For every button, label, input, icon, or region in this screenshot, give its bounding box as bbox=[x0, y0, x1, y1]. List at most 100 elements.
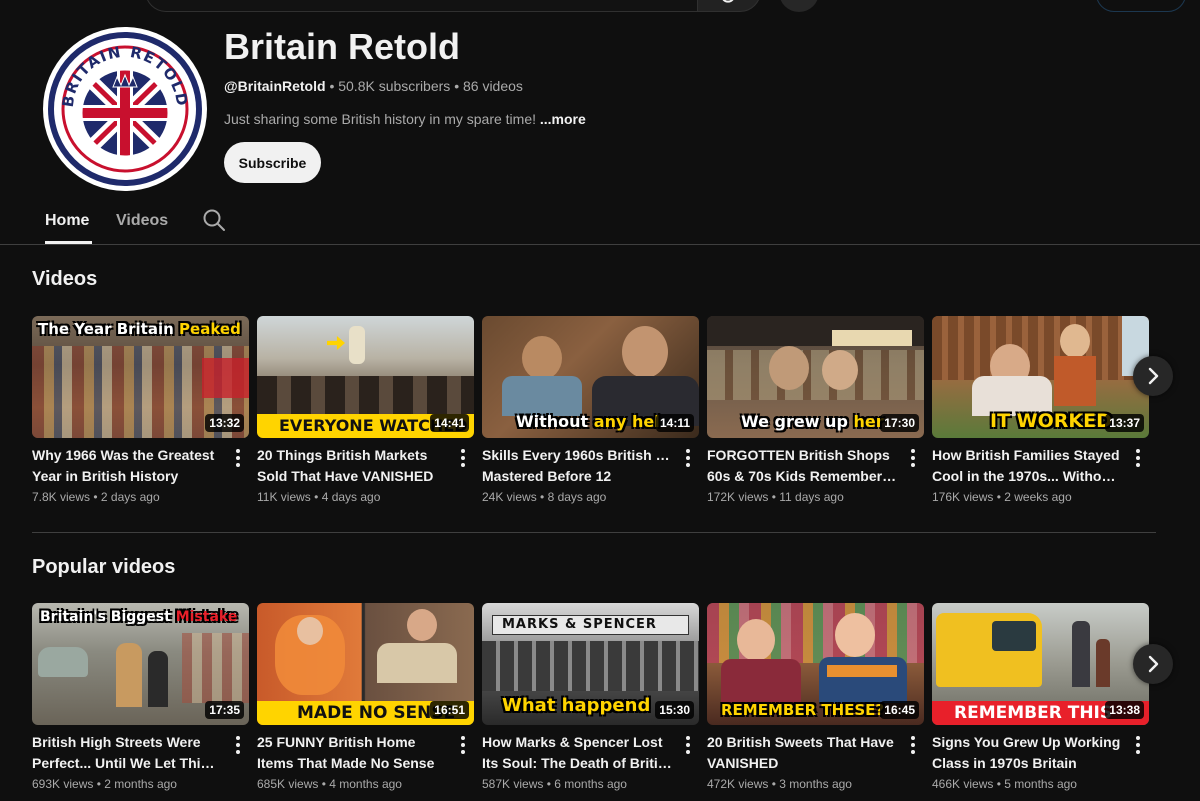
more-options-icon[interactable] bbox=[1132, 736, 1144, 756]
channel-name: Britain Retold bbox=[224, 26, 461, 67]
video-title-line: Cool in the 1970s... Without... bbox=[932, 468, 1122, 484]
video-stats: 172K views • 11 days ago bbox=[707, 490, 844, 504]
video-card[interactable]: IT WORKED 13:37 How British Families Sta… bbox=[932, 316, 1149, 504]
more-options-icon[interactable] bbox=[682, 736, 694, 756]
video-title-line: VANISHED bbox=[707, 755, 779, 771]
section-divider bbox=[32, 532, 1156, 533]
upload-age: 5 months ago bbox=[1004, 777, 1077, 791]
more-options-icon[interactable] bbox=[232, 736, 244, 756]
view-count: 7.8K views bbox=[32, 490, 91, 504]
video-title-line: Items That Made No Sense bbox=[257, 755, 435, 771]
video-thumbnail[interactable]: EVERYONE WATCHED 14:41 bbox=[257, 316, 474, 438]
video-title[interactable]: How British Families Stayed Cool in the … bbox=[932, 445, 1122, 487]
thumbnail-caption-accent: her bbox=[853, 412, 884, 431]
video-title[interactable]: Signs You Grew Up Working Class in 1970s… bbox=[932, 732, 1122, 774]
more-link[interactable]: ...more bbox=[540, 111, 586, 127]
video-title-line: 25 FUNNY British Home bbox=[257, 734, 416, 750]
upload-age: 2 weeks ago bbox=[1004, 490, 1072, 504]
upload-age: 11 days ago bbox=[779, 490, 844, 504]
search-icon[interactable] bbox=[202, 208, 226, 232]
video-stats: 693K views • 2 months ago bbox=[32, 777, 177, 791]
carousel-next-button[interactable] bbox=[1133, 356, 1173, 396]
search-button[interactable] bbox=[697, 0, 761, 12]
video-thumbnail[interactable]: MADE NO SENSE 16:51 bbox=[257, 603, 474, 725]
video-card[interactable]: REMEMBER THESE? 16:45 20 British Sweets … bbox=[707, 603, 924, 791]
thumbnail-caption: IT WORKED bbox=[990, 410, 1112, 432]
thumbnail-caption: Britain's Biggest bbox=[40, 609, 171, 625]
upload-age: 8 days ago bbox=[547, 490, 607, 504]
video-thumbnail[interactable]: Without any hel 14:11 bbox=[482, 316, 699, 438]
video-duration: 17:35 bbox=[205, 701, 244, 719]
video-thumbnail[interactable]: IT WORKED 13:37 bbox=[932, 316, 1149, 438]
video-title-line: Why 1966 Was the Greatest bbox=[32, 447, 215, 463]
video-title[interactable]: Why 1966 Was the Greatest Year in Britis… bbox=[32, 445, 222, 487]
more-options-icon[interactable] bbox=[457, 736, 469, 756]
sign-in-button[interactable] bbox=[1096, 0, 1186, 12]
more-options-icon[interactable] bbox=[1132, 449, 1144, 469]
view-count: 587K views bbox=[482, 777, 544, 791]
section-title-popular[interactable]: Popular videos bbox=[32, 556, 175, 579]
section-title-videos[interactable]: Videos bbox=[32, 268, 97, 291]
video-duration: 14:11 bbox=[655, 414, 694, 432]
search-input[interactable] bbox=[145, 0, 697, 12]
more-options-icon[interactable] bbox=[457, 449, 469, 469]
video-card[interactable]: MADE NO SENSE 16:51 25 FUNNY British Hom… bbox=[257, 603, 474, 791]
video-thumbnail[interactable]: MARKS & SPENCER What happend 15:30 bbox=[482, 603, 699, 725]
video-card[interactable]: REMEMBER THIS 13:38 Signs You Grew Up Wo… bbox=[932, 603, 1149, 791]
video-card[interactable]: We grew up her 17:30 FORGOTTEN British S… bbox=[707, 316, 924, 504]
video-title-line: 60s & 70s Kids Remember ... bbox=[707, 468, 897, 484]
video-title[interactable]: British High Streets Were Perfect... Unt… bbox=[32, 732, 222, 774]
more-options-icon[interactable] bbox=[907, 736, 919, 756]
view-count: 11K views bbox=[257, 490, 311, 504]
video-title-line: Skills Every 1960s British Boy bbox=[482, 447, 672, 463]
video-stats: 7.8K views • 2 days ago bbox=[32, 490, 160, 504]
video-card[interactable]: EVERYONE WATCHED 14:41 20 Things British… bbox=[257, 316, 474, 504]
channel-page: BRITAIN RETOLD Britain Retold @BritainRe… bbox=[0, 0, 1200, 801]
video-title-line: British High Streets Were bbox=[32, 734, 201, 750]
video-title-line: Perfect... Until We Let This ... bbox=[32, 755, 222, 771]
video-title-line: Class in 1970s Britain bbox=[932, 755, 1077, 771]
video-title-line: Signs You Grew Up Working bbox=[932, 734, 1121, 750]
video-title[interactable]: FORGOTTEN British Shops 60s & 70s Kids R… bbox=[707, 445, 897, 487]
video-stats: 466K views • 5 months ago bbox=[932, 777, 1077, 791]
store-sign: MARKS & SPENCER bbox=[502, 617, 657, 632]
video-title[interactable]: 20 Things British Markets Sold That Have… bbox=[257, 445, 447, 487]
more-options-icon[interactable] bbox=[232, 449, 244, 469]
video-title[interactable]: 20 British Sweets That Have VANISHED bbox=[707, 732, 897, 774]
more-options-icon[interactable] bbox=[682, 449, 694, 469]
search-icon bbox=[722, 0, 734, 3]
video-stats: 472K views • 3 months ago bbox=[707, 777, 852, 791]
video-thumbnail[interactable]: REMEMBER THIS 13:38 bbox=[932, 603, 1149, 725]
voice-search-button[interactable] bbox=[779, 0, 819, 12]
video-thumbnail[interactable]: REMEMBER THESE? 16:45 bbox=[707, 603, 924, 725]
video-card[interactable]: The Year Britain Peaked 13:32 Why 1966 W… bbox=[32, 316, 249, 504]
video-title[interactable]: How Marks & Spencer Lost Its Soul: The D… bbox=[482, 732, 672, 774]
video-card[interactable]: Without any hel 14:11 Skills Every 1960s… bbox=[482, 316, 699, 504]
video-card[interactable]: MARKS & SPENCER What happend 15:30 How M… bbox=[482, 603, 699, 791]
video-duration: 14:41 bbox=[430, 414, 469, 432]
video-title-line: Its Soul: The Death of Britis... bbox=[482, 755, 672, 771]
channel-handle: @BritainRetold bbox=[224, 78, 326, 94]
upload-age: 4 months ago bbox=[329, 777, 402, 791]
video-title-line: Year in British History bbox=[32, 468, 179, 484]
channel-tabs: Home Videos bbox=[0, 198, 1200, 245]
video-thumbnail[interactable]: The Year Britain Peaked 13:32 bbox=[32, 316, 249, 438]
tab-videos[interactable]: Videos bbox=[116, 212, 168, 230]
video-thumbnail[interactable]: We grew up her 17:30 bbox=[707, 316, 924, 438]
subscribe-button[interactable]: Subscribe bbox=[224, 142, 321, 183]
thumbnail-caption-accent: Mistake bbox=[175, 609, 238, 625]
thumbnail-caption: The Year Britain bbox=[38, 320, 174, 338]
video-thumbnail[interactable]: Britain's Biggest Mistake 17:35 bbox=[32, 603, 249, 725]
video-duration: 17:30 bbox=[880, 414, 919, 432]
meta-separator: • bbox=[329, 78, 335, 94]
view-count: 472K views bbox=[707, 777, 769, 791]
channel-description[interactable]: Just sharing some British history in my … bbox=[224, 111, 586, 127]
carousel-next-button[interactable] bbox=[1133, 644, 1173, 684]
video-title[interactable]: Skills Every 1960s British Boy Mastered … bbox=[482, 445, 672, 487]
channel-avatar[interactable]: BRITAIN RETOLD bbox=[43, 27, 207, 191]
video-title[interactable]: 25 FUNNY British Home Items That Made No… bbox=[257, 732, 447, 774]
tab-home[interactable]: Home bbox=[45, 212, 89, 230]
more-options-icon[interactable] bbox=[907, 449, 919, 469]
video-card[interactable]: Britain's Biggest Mistake 17:35 British … bbox=[32, 603, 249, 791]
video-duration: 16:45 bbox=[880, 701, 919, 719]
